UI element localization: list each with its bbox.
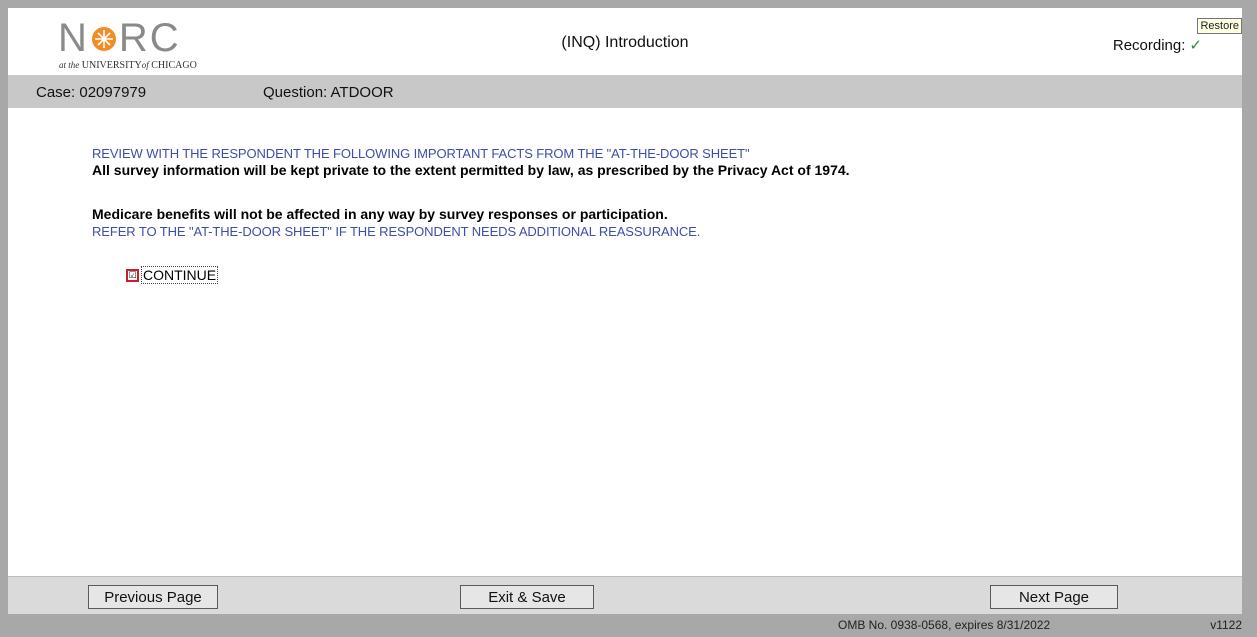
checkbox-check-icon: ☑ xyxy=(128,269,137,280)
case-number: Case: 02097979 xyxy=(36,84,147,101)
continue-label[interactable]: CONTINUE xyxy=(141,266,219,284)
answer-option-continue[interactable]: ☑ CONTINUE xyxy=(126,266,219,284)
page-title: (INQ) Introduction xyxy=(561,34,689,51)
previous-page-button[interactable]: Previous Page xyxy=(88,585,218,609)
interviewer-instruction-2: REFER TO THE "AT-THE-DOOR SHEET" IF THE … xyxy=(92,224,701,239)
restore-tooltip: Restore xyxy=(1197,18,1242,34)
omb-number: OMB No. 0938-0568, expires 8/31/2022 xyxy=(838,618,1051,632)
status-bar: OMB No. 0938-0568, expires 8/31/2022 v11… xyxy=(8,614,1242,637)
recording-status: Recording: ✓ xyxy=(1113,36,1202,54)
exit-save-button[interactable]: Exit & Save xyxy=(460,585,594,609)
question-id: Question: ATDOOR xyxy=(263,84,394,101)
interviewer-instruction-1: REVIEW WITH THE RESPONDENT THE FOLLOWING… xyxy=(92,146,750,161)
next-page-button[interactable]: Next Page xyxy=(990,585,1118,609)
survey-window: N RC at the UNIVERSITYof CHICAGO (INQ) In… xyxy=(8,8,1242,637)
medicare-statement: Medicare benefits will not be affected i… xyxy=(92,206,668,222)
privacy-statement: All survey information will be kept priv… xyxy=(92,162,850,178)
continue-checkbox[interactable]: ☑ xyxy=(126,268,139,282)
recording-check-icon: ✓ xyxy=(1189,37,1202,54)
case-info-bar: Case: 02097979 Question: ATDOOR xyxy=(8,75,1242,108)
version-label: v1122 xyxy=(1210,618,1242,632)
app-frame: N RC at the UNIVERSITYof CHICAGO (INQ) In… xyxy=(0,0,1257,637)
recording-label: Recording: xyxy=(1112,37,1186,54)
logo-subtitle: at the UNIVERSITYof CHICAGO xyxy=(59,60,197,71)
question-content: REVIEW WITH THE RESPONDENT THE FOLLOWING… xyxy=(8,108,1242,576)
navigation-footer: Previous Page Exit & Save Next Page xyxy=(8,576,1242,614)
header: N RC at the UNIVERSITYof CHICAGO (INQ) In… xyxy=(8,8,1242,75)
